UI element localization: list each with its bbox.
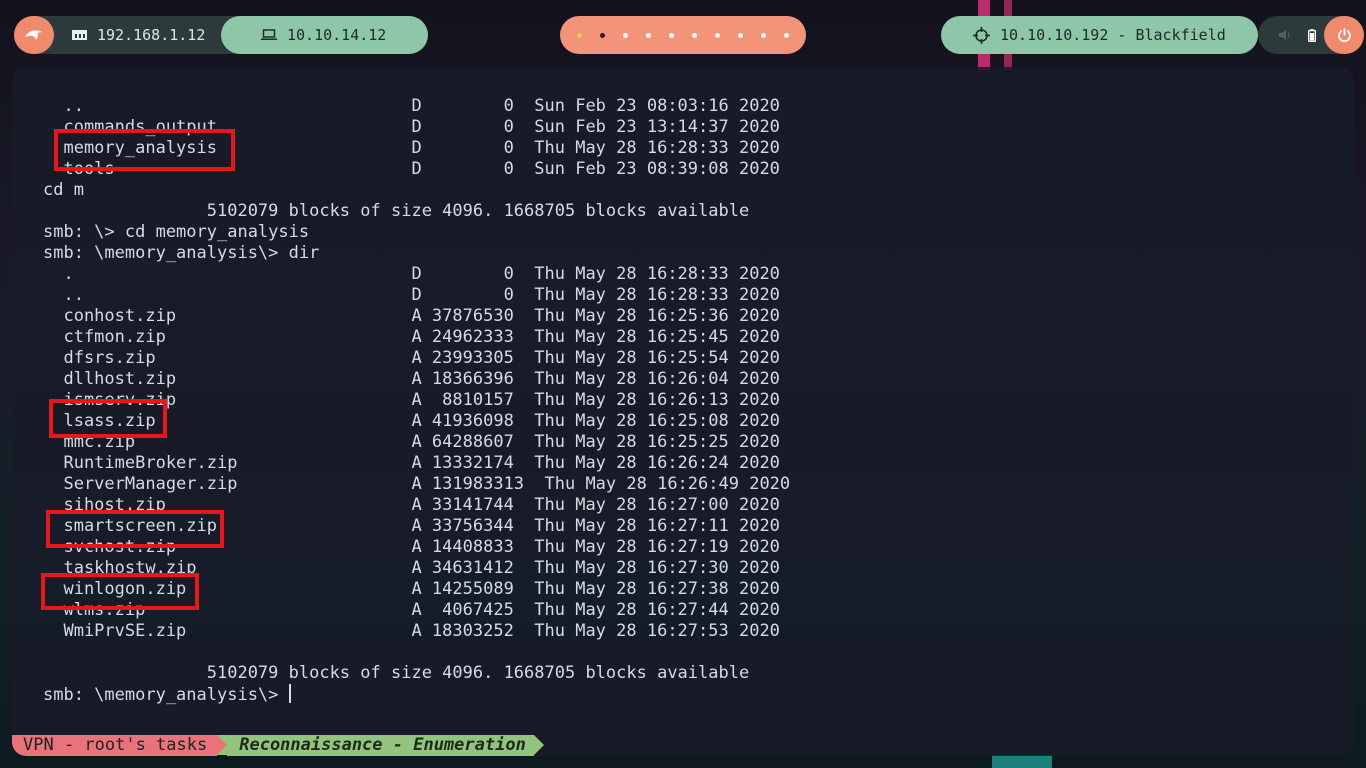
power-icon — [1337, 27, 1351, 42]
terminal-line: ServerManager.zip A 131983313 Thu May 28… — [43, 474, 791, 494]
local-ip-text: 192.168.1.12 — [97, 26, 206, 44]
terminal-line: . D 0 Thu May 28 16:28:33 2020 — [43, 264, 780, 284]
terminal-line: 5102079 blocks of size 4096. 1668705 blo… — [43, 201, 750, 221]
network-pill: 192.168.1.12 10.10.14.12 — [14, 16, 428, 54]
laptop-icon — [261, 29, 277, 41]
text-cursor — [288, 684, 291, 703]
workspace-7[interactable] — [715, 32, 720, 38]
workspace-4[interactable] — [646, 32, 651, 38]
terminal-line: .. D 0 Thu May 28 16:28:33 2020 — [43, 285, 780, 305]
network-icon — [72, 29, 87, 42]
workspace-6[interactable] — [692, 32, 697, 38]
kali-dragon-icon — [25, 30, 42, 40]
terminal-line: ctfmon.zip A 24962333 Thu May 28 16:25:4… — [43, 327, 780, 347]
target-text: 10.10.10.192 - Blackfield — [1000, 26, 1226, 44]
terminal-line: RuntimeBroker.zip A 13332174 Thu May 28 … — [43, 453, 780, 473]
terminal-line: cd m — [43, 180, 84, 200]
workspace-2[interactable] — [600, 32, 605, 38]
workspace-3[interactable] — [623, 32, 628, 38]
highlight-memory-analysis — [54, 129, 235, 171]
system-tray — [1258, 16, 1364, 54]
kali-menu-button[interactable] — [14, 16, 54, 54]
workspace-switcher — [560, 16, 806, 54]
local-ip-indicator: 192.168.1.12 — [54, 16, 219, 54]
terminal-line: WmiPrvSE.zip A 18303252 Thu May 28 16:27… — [43, 621, 780, 641]
vpn-ip-text: 10.10.14.12 — [287, 26, 387, 44]
terminal-window[interactable]: .. D 0 Sun Feb 23 08:03:16 2020 commands… — [12, 67, 1354, 756]
highlight-lsass — [49, 399, 167, 438]
tmux-separator-1 — [217, 735, 228, 755]
crosshair-icon — [973, 26, 990, 44]
wallpaper-neon-cyan — [992, 755, 1052, 768]
tmux-window-label[interactable]: Reconnaissance - Enumeration — [227, 735, 534, 756]
tmux-status-bar: VPN - root's tasks Reconnaissance - Enum… — [12, 735, 544, 756]
prompt-text: smb: \memory_analysis\> — [43, 685, 289, 705]
terminal-line: .. D 0 Sun Feb 23 08:03:16 2020 — [43, 96, 780, 116]
terminal-line: dfsrs.zip A 23993305 Thu May 28 16:25:54… — [43, 348, 780, 368]
tmux-session-label: VPN - root's tasks — [12, 735, 218, 756]
terminal-line: dllhost.zip A 18366396 Thu May 28 16:26:… — [43, 369, 780, 389]
terminal-line: 5102079 blocks of size 4096. 1668705 blo… — [43, 663, 750, 683]
vpn-ip-indicator: 10.10.14.12 — [221, 16, 428, 54]
battery-icon[interactable] — [1308, 28, 1316, 42]
target-indicator: 10.10.10.192 - Blackfield — [941, 16, 1258, 54]
terminal-prompt-line[interactable]: smb: \memory_analysis\> — [43, 684, 790, 705]
workspace-1[interactable] — [577, 32, 582, 38]
power-button[interactable] — [1324, 16, 1364, 54]
terminal-line: smb: \> cd memory_analysis — [43, 222, 310, 242]
workspace-9[interactable] — [761, 32, 766, 38]
terminal-line: smb: \memory_analysis\> dir — [43, 243, 320, 263]
tmux-separator-2 — [533, 735, 544, 755]
workspace-10[interactable] — [784, 32, 789, 38]
highlight-smartscreen — [46, 510, 224, 548]
workspace-5[interactable] — [669, 32, 674, 38]
highlight-winlogon — [41, 573, 199, 610]
volume-icon[interactable] — [1279, 29, 1292, 41]
terminal-line: conhost.zip A 37876530 Thu May 28 16:25:… — [43, 306, 780, 326]
workspace-8[interactable] — [738, 32, 743, 38]
